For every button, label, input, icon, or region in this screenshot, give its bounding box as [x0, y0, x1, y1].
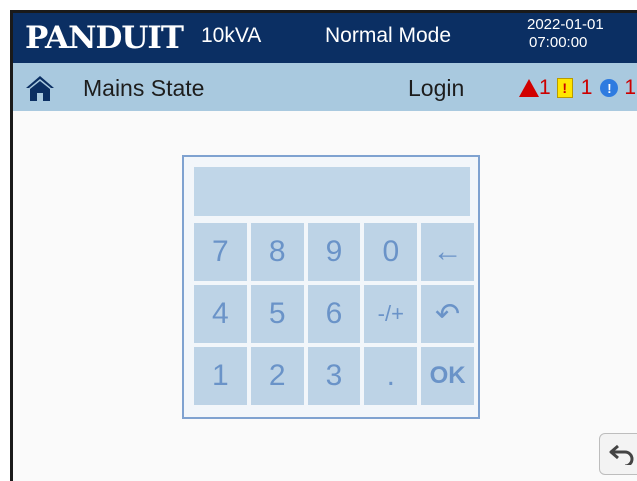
key-decimal[interactable]: . — [364, 347, 418, 405]
blue-info-icon: ! — [600, 79, 619, 97]
date-text: 2022-01-01 — [527, 16, 604, 33]
keypad-grid: 7 8 9 0 ← 4 5 6 -/+ ↶ 1 2 3. OK — [194, 223, 474, 405]
key-0[interactable]: 0 — [364, 223, 418, 281]
red-triangle-alarm-icon — [519, 79, 539, 97]
alarm-summary[interactable]: 1 ! 1 ! 1 — [519, 75, 637, 101]
login-button[interactable]: Login — [408, 75, 464, 102]
yellow-exclamation-icon: ! — [556, 78, 573, 98]
return-arrow-icon — [609, 444, 634, 465]
key-3[interactable]: 3 — [307, 347, 361, 405]
operating-mode-label: Normal Mode — [325, 24, 452, 47]
page-title: Mains State — [83, 75, 205, 101]
key-backspace[interactable]: ← — [421, 223, 474, 281]
home-icon[interactable] — [25, 75, 55, 101]
numeric-keypad: 7 8 9 0 ← 4 5 6 -/+ ↶ 1 2 3. OK — [182, 155, 480, 419]
top-status-bar: PANDUIT 10kVA Normal Mode 2022-01-01 07:… — [13, 13, 637, 63]
keypad-display[interactable] — [194, 167, 470, 216]
hmi-screen: PANDUIT 10kVA Normal Mode 2022-01-01 07:… — [10, 10, 637, 481]
warning-alarm-count: 1 — [580, 76, 593, 99]
key-6[interactable]: 6 — [307, 285, 361, 343]
key-7[interactable]: 7 — [194, 223, 247, 281]
capacity-label: 10kVA — [201, 24, 262, 47]
info-alarm-count: 1 — [624, 76, 637, 99]
page-header-bar: Mains State Login 1 ! 1 ! 1 — [13, 63, 637, 111]
key-9[interactable]: 9 — [307, 223, 361, 281]
key-undo[interactable]: ↶ — [421, 285, 474, 343]
key-8[interactable]: 8 — [250, 223, 304, 281]
datetime-display: 2022-01-01 07:00:00 — [527, 16, 604, 52]
brand-logo: PANDUIT — [25, 20, 184, 56]
critical-alarm-count: 1 — [539, 76, 551, 99]
key-4[interactable]: 4 — [194, 285, 247, 343]
key-1[interactable]: 1 — [194, 347, 247, 405]
back-button[interactable] — [599, 433, 637, 475]
key-5[interactable]: 5 — [250, 285, 304, 343]
key-sign[interactable]: -/+ — [364, 285, 418, 343]
key-ok[interactable]: OK — [421, 347, 474, 405]
time-text: 07:00:00 — [529, 34, 588, 51]
key-2[interactable]: 2 — [250, 347, 304, 405]
